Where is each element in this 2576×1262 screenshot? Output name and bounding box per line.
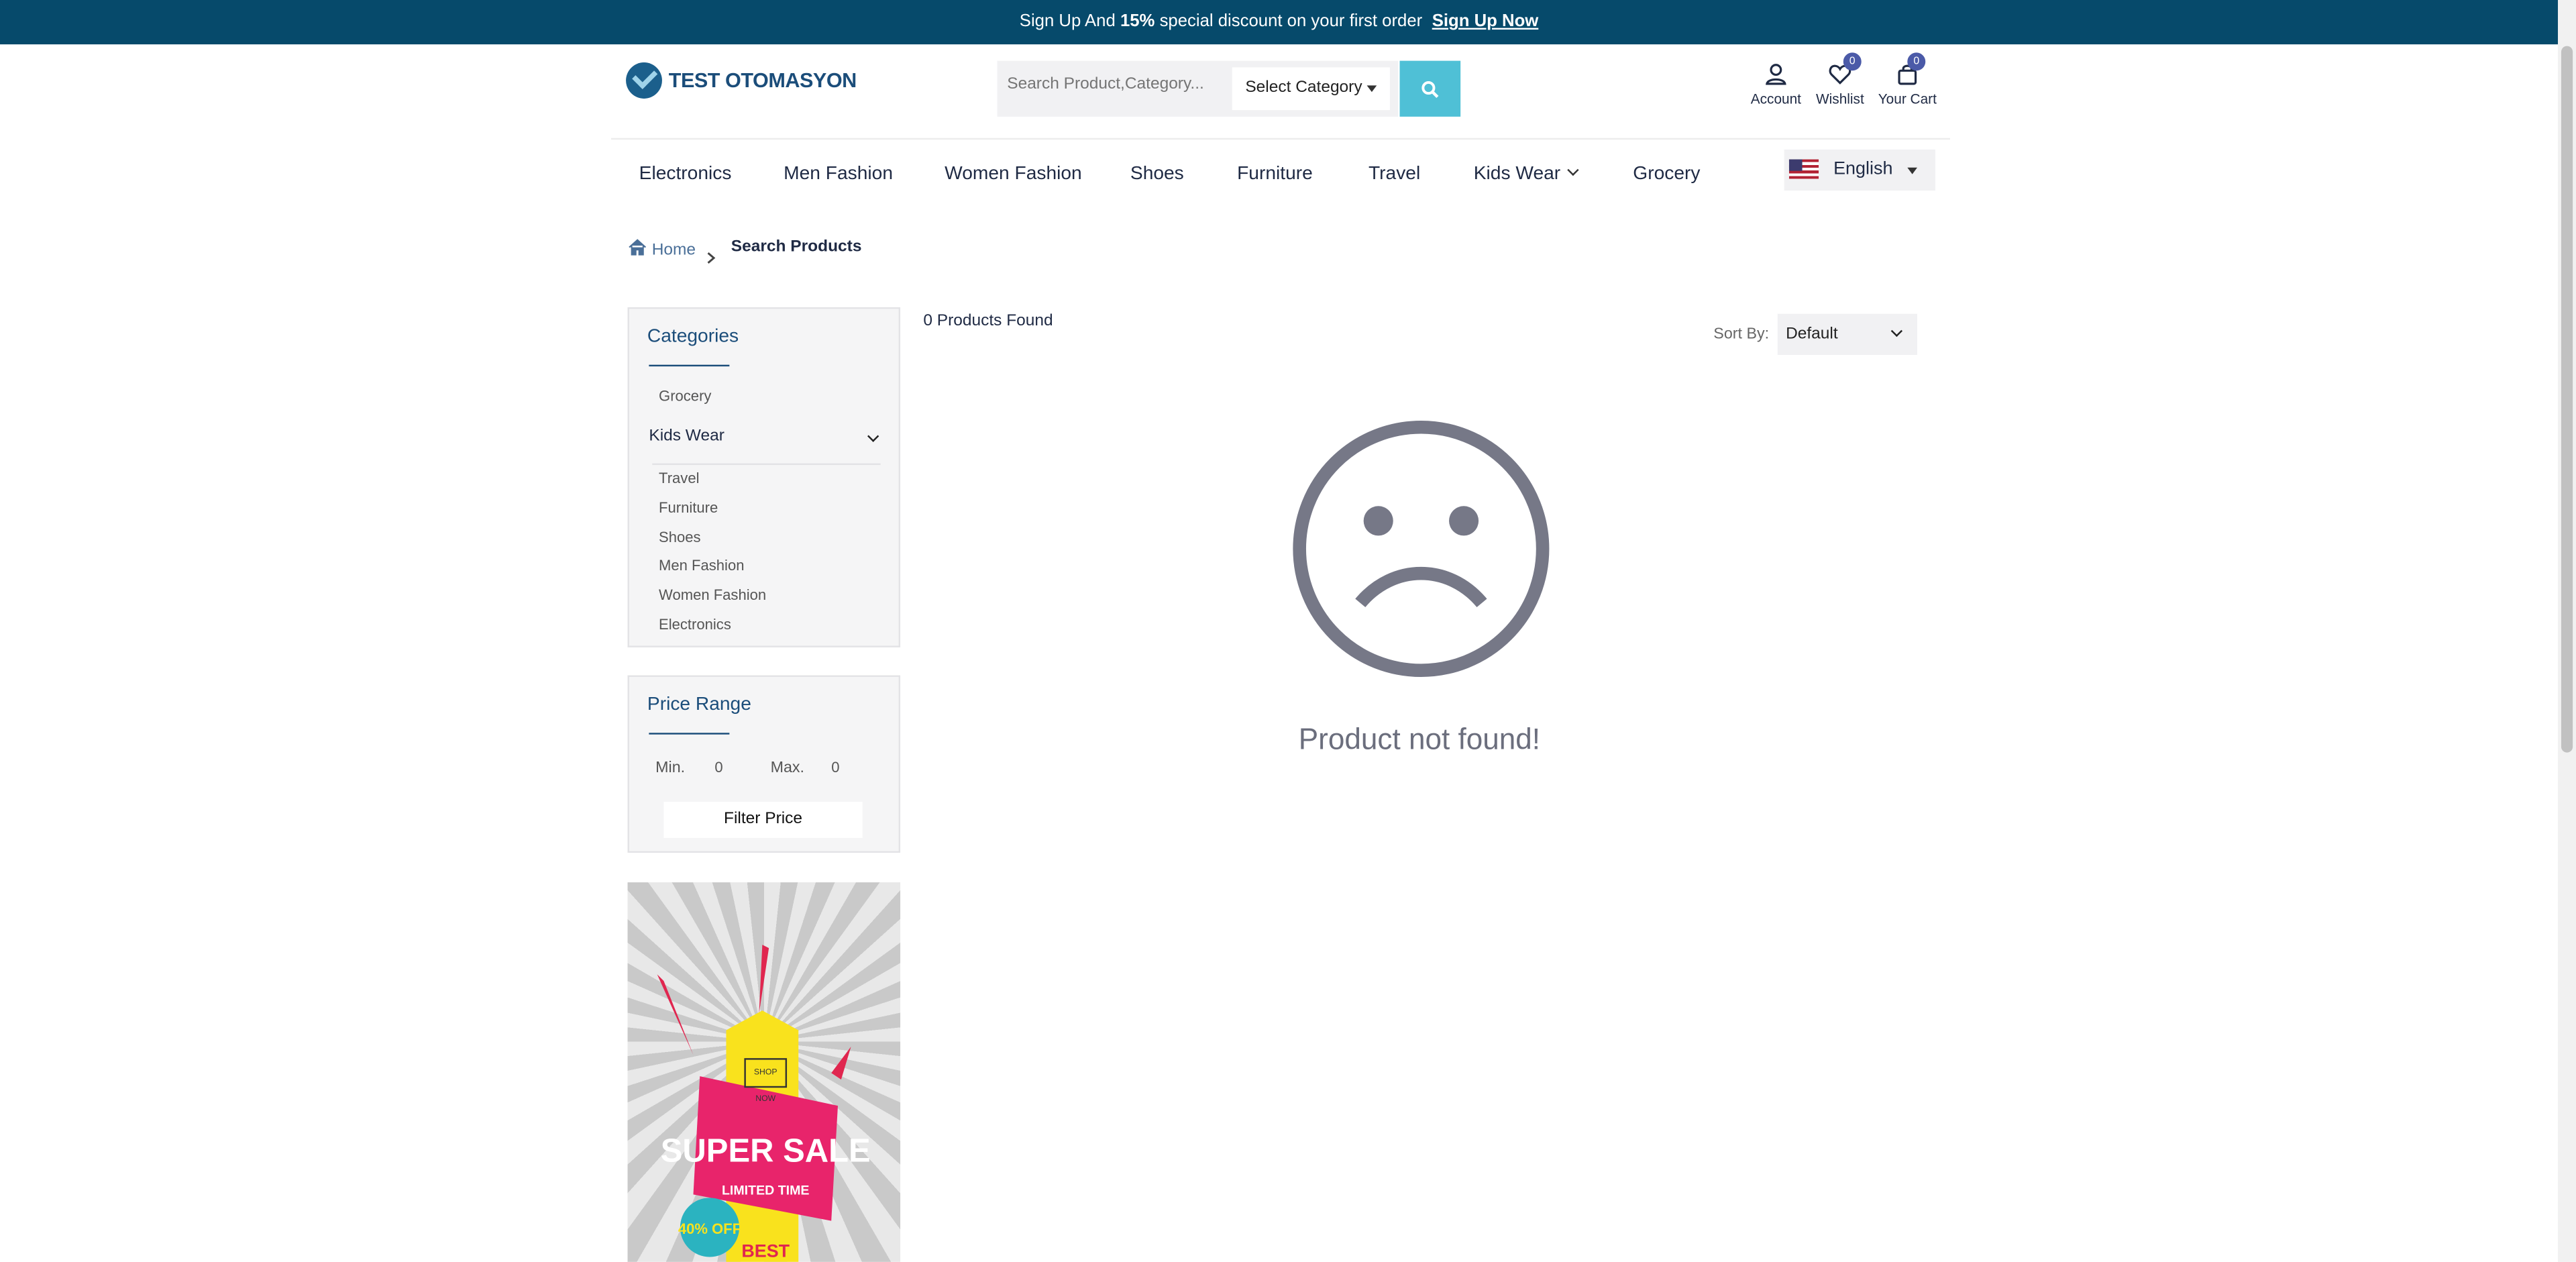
shop-now-label: SHOP NOW (744, 1058, 788, 1104)
nav-grocery[interactable]: Grocery (1633, 164, 1700, 184)
max-price-input[interactable]: 0 (831, 759, 839, 775)
categories-title: Categories (647, 327, 739, 347)
language-label: English (1833, 159, 1893, 179)
category-select-label: Select Category (1245, 78, 1362, 97)
chevron-right-icon (706, 243, 716, 272)
nav-electronics[interactable]: Electronics (639, 164, 732, 184)
search-button[interactable] (1399, 60, 1461, 117)
limited-time-text: LIMITED TIME (722, 1183, 810, 1198)
super-sale-text: SUPER SALE (661, 1133, 871, 1169)
breadcrumb-home[interactable]: Home (628, 238, 696, 260)
promo-suffix: special discount on your first order (1159, 11, 1423, 32)
price-range-underline (649, 733, 730, 735)
categories-underline (649, 364, 730, 367)
sad-face-icon (1293, 420, 1550, 677)
category-women-fashion[interactable]: Women Fashion (659, 586, 766, 602)
nav-men-fashion[interactable]: Men Fashion (784, 164, 893, 184)
scrollbar-thumb[interactable] (2561, 46, 2573, 753)
promo-prefix: Sign Up And (1019, 11, 1116, 32)
sign-up-link[interactable]: Sign Up Now (1432, 11, 1539, 31)
chevron-down-icon (1890, 325, 1903, 337)
price-range-title: Price Range (647, 694, 751, 715)
category-grocery[interactable]: Grocery (659, 388, 711, 404)
wishlist-count-badge: 0 (1843, 52, 1862, 71)
cart-link[interactable]: Your Cart 0 (1876, 52, 1939, 107)
sort-by-label: Sort By: (1713, 325, 1770, 344)
logo-check-icon (626, 62, 662, 99)
category-furniture[interactable]: Furniture (659, 499, 718, 515)
search-icon (1421, 81, 1439, 99)
cart-count-badge: 0 (1907, 52, 1926, 71)
nav-kids-wear[interactable]: Kids Wear (1473, 164, 1579, 185)
category-men-fashion[interactable]: Men Fashion (659, 557, 744, 573)
nav-kids-wear-label: Kids Wear (1473, 164, 1561, 185)
logo[interactable]: TEST OTOMASYON (626, 61, 857, 101)
us-flag-icon (1788, 159, 1819, 179)
filter-price-button[interactable]: Filter Price (663, 802, 863, 838)
chevron-down-icon (1566, 164, 1579, 176)
sort-select-value: Default (1786, 325, 1838, 344)
nav-travel[interactable]: Travel (1368, 164, 1420, 184)
empty-state-message: Product not found! (1298, 723, 1541, 756)
cart-label: Your Cart (1878, 90, 1937, 107)
breadcrumb-current: Search Products (731, 238, 862, 257)
kids-wear-divider (652, 463, 881, 466)
user-icon (1766, 64, 1786, 85)
max-price-label: Max. (770, 759, 805, 778)
wishlist-link[interactable]: Wishlist 0 (1814, 52, 1866, 107)
header-divider (611, 138, 1950, 140)
category-shoes[interactable]: Shoes (659, 529, 701, 545)
promo-highlight: 15% (1120, 11, 1155, 32)
category-select[interactable]: Select Category (1232, 67, 1390, 111)
account-link[interactable]: Account (1750, 62, 1802, 107)
min-price-label: Min. (655, 759, 686, 778)
home-icon (629, 239, 647, 256)
breadcrumb-home-label: Home (651, 242, 696, 260)
language-select[interactable]: English (1784, 149, 1935, 191)
best-text: BEST (741, 1241, 790, 1261)
account-label: Account (1750, 90, 1801, 107)
nav-women-fashion[interactable]: Women Fashion (945, 164, 1082, 184)
logo-text: TEST OTOMASYON (668, 68, 857, 93)
caret-down-icon (1907, 167, 1917, 174)
category-kids-wear[interactable]: Kids Wear (649, 427, 724, 445)
promo-bar: Sign Up And 15% special discount on your… (0, 0, 2559, 45)
search-bar: Select Category (997, 60, 1399, 117)
min-price-input[interactable]: 0 (714, 759, 722, 775)
products-found-count: 0 Products Found (923, 312, 1053, 331)
discount-text: 40% OFF (678, 1220, 741, 1237)
category-electronics[interactable]: Electronics (659, 616, 731, 632)
caret-down-icon (1366, 85, 1377, 93)
nav-furniture[interactable]: Furniture (1237, 164, 1313, 184)
search-input[interactable] (1007, 75, 1224, 94)
sort-select[interactable]: Default (1777, 313, 1917, 355)
category-travel[interactable]: Travel (659, 470, 699, 486)
nav-shoes[interactable]: Shoes (1130, 164, 1184, 184)
wishlist-label: Wishlist (1816, 90, 1864, 107)
